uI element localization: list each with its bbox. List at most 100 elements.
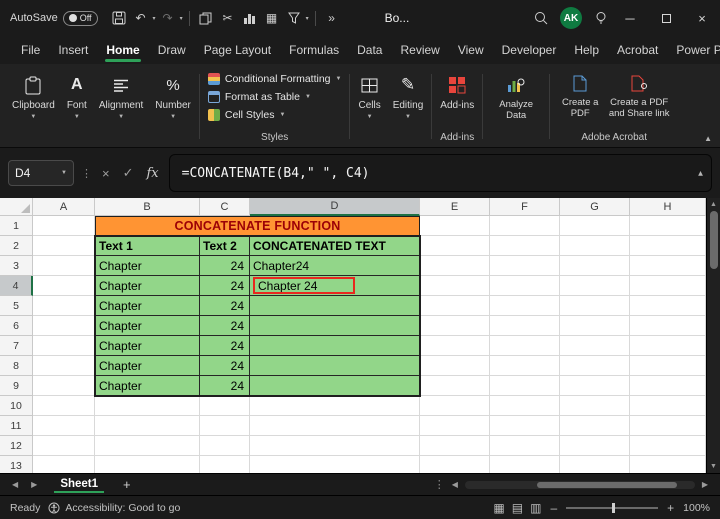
row-header-3[interactable]: 3 xyxy=(0,256,33,276)
addins-icon[interactable] xyxy=(448,73,466,97)
conditional-formatting-button[interactable]: Conditional Formatting ▼ xyxy=(208,71,342,87)
cut-icon[interactable]: ✂ xyxy=(218,6,238,30)
tab-help[interactable]: Help xyxy=(565,38,608,62)
formula-input[interactable]: =CONCATENATE(B4," ", C4) ▲ xyxy=(169,154,712,192)
cell-C3[interactable]: 24 xyxy=(200,256,250,276)
cell-E8[interactable] xyxy=(420,356,490,376)
cell-D9[interactable] xyxy=(250,376,420,396)
cancel-icon[interactable]: × xyxy=(99,166,113,181)
search-icon[interactable] xyxy=(531,6,551,30)
cell-G2[interactable] xyxy=(560,236,630,256)
cell-F9[interactable] xyxy=(490,376,560,396)
cell-H3[interactable] xyxy=(630,256,706,276)
zoom-level[interactable]: 100% xyxy=(683,502,710,514)
cell-B4[interactable]: Chapter xyxy=(95,276,200,296)
cell-styles-button[interactable]: Cell Styles ▼ xyxy=(208,107,286,123)
cell-A8[interactable] xyxy=(33,356,95,376)
cell-E10[interactable] xyxy=(420,396,490,416)
drag-handle[interactable]: ⋮ xyxy=(81,167,92,180)
zoom-in-button[interactable]: + xyxy=(665,501,676,515)
cell-E7[interactable] xyxy=(420,336,490,356)
insert-function-button[interactable]: fx xyxy=(144,166,162,181)
cell-H9[interactable] xyxy=(630,376,706,396)
cell-D8[interactable] xyxy=(250,356,420,376)
col-header-E[interactable]: E xyxy=(420,198,490,216)
chart-icon[interactable] xyxy=(240,6,260,30)
row-header-13[interactable]: 13 xyxy=(0,456,33,473)
cell-A3[interactable] xyxy=(33,256,95,276)
copy-icon[interactable] xyxy=(196,6,216,30)
cell-B8[interactable]: Chapter xyxy=(95,356,200,376)
cell-C8[interactable]: 24 xyxy=(200,356,250,376)
tab-scroll-divider[interactable]: ⋮ xyxy=(434,478,445,491)
cell-E6[interactable] xyxy=(420,316,490,336)
cell-A11[interactable] xyxy=(33,416,95,436)
tab-file[interactable]: File xyxy=(12,38,49,62)
row-header-6[interactable]: 6 xyxy=(0,316,33,336)
cell-A5[interactable] xyxy=(33,296,95,316)
next-sheet-icon[interactable]: ▶ xyxy=(29,480,39,489)
lightbulb-icon[interactable] xyxy=(591,6,611,30)
page-break-view-icon[interactable]: ▥ xyxy=(530,501,541,515)
expand-formula-bar-icon[interactable]: ▲ xyxy=(698,169,703,178)
scroll-down-icon[interactable]: ▼ xyxy=(710,460,717,473)
tab-draw[interactable]: Draw xyxy=(149,38,195,62)
scroll-left-icon[interactable]: ◀ xyxy=(450,480,460,489)
add-sheet-button[interactable]: + xyxy=(119,477,135,492)
accessibility-checker[interactable]: Accessibility: Good to go xyxy=(48,502,180,514)
cell-G7[interactable] xyxy=(560,336,630,356)
ribbon-group-font[interactable]: A Font ▼ xyxy=(61,66,93,147)
tab-acrobat[interactable]: Acrobat xyxy=(608,38,667,62)
create-pdf-share-button[interactable]: Create a PDF and Share link xyxy=(608,71,670,119)
page-layout-view-icon[interactable]: ▤ xyxy=(512,501,523,515)
zoom-slider[interactable] xyxy=(566,507,658,509)
styles-group-label[interactable]: Styles xyxy=(261,132,288,145)
save-icon[interactable] xyxy=(109,6,129,30)
horizontal-scroll-thumb[interactable] xyxy=(537,482,677,488)
cell-H11[interactable] xyxy=(630,416,706,436)
row-header-1[interactable]: 1 xyxy=(0,216,33,236)
cell-E11[interactable] xyxy=(420,416,490,436)
cell-C4[interactable]: 24 xyxy=(200,276,250,296)
select-all-corner[interactable] xyxy=(0,198,33,216)
analyze-data-button[interactable]: Analyze Data xyxy=(485,66,547,147)
cell-H8[interactable] xyxy=(630,356,706,376)
cell-D11[interactable] xyxy=(250,416,420,436)
cell-E5[interactable] xyxy=(420,296,490,316)
cell-B7[interactable]: Chapter xyxy=(95,336,200,356)
cell-H1[interactable] xyxy=(630,216,706,236)
cell-A2[interactable] xyxy=(33,236,95,256)
cell-H12[interactable] xyxy=(630,436,706,456)
cell-F10[interactable] xyxy=(490,396,560,416)
undo-icon[interactable]: ↶ xyxy=(131,6,151,30)
format-as-table-button[interactable]: Format as Table ▼ xyxy=(208,89,311,105)
tab-view[interactable]: View xyxy=(449,38,493,62)
row-header-4[interactable]: 4 xyxy=(0,276,33,296)
cell-F5[interactable] xyxy=(490,296,560,316)
cell-H6[interactable] xyxy=(630,316,706,336)
ribbon-group-editing[interactable]: ✎ Editing ▼ xyxy=(387,66,430,147)
col-header-G[interactable]: G xyxy=(560,198,630,216)
row-header-9[interactable]: 9 xyxy=(0,376,33,396)
cell-G5[interactable] xyxy=(560,296,630,316)
cell-B10[interactable] xyxy=(95,396,200,416)
cell-B2[interactable]: Text 1 xyxy=(95,236,200,256)
prev-sheet-icon[interactable]: ◀ xyxy=(10,480,20,489)
tab-power-pivot[interactable]: Power Pivot xyxy=(667,38,720,62)
cell-B1[interactable]: CONCATENATE FUNCTION xyxy=(95,216,420,236)
cell-B12[interactable] xyxy=(95,436,200,456)
cell-B11[interactable] xyxy=(95,416,200,436)
col-header-D[interactable]: D xyxy=(250,198,420,216)
cell-G13[interactable] xyxy=(560,456,630,473)
cell-A6[interactable] xyxy=(33,316,95,336)
addins-button-label[interactable]: Add-ins xyxy=(440,100,474,111)
scroll-up-icon[interactable]: ▲ xyxy=(710,198,717,211)
cell-E13[interactable] xyxy=(420,456,490,473)
ribbon-group-number[interactable]: % Number ▼ xyxy=(149,66,197,147)
col-header-B[interactable]: B xyxy=(95,198,200,216)
cell-G8[interactable] xyxy=(560,356,630,376)
cell-C13[interactable] xyxy=(200,456,250,473)
cell-B13[interactable] xyxy=(95,456,200,473)
cell-A10[interactable] xyxy=(33,396,95,416)
cell-B3[interactable]: Chapter xyxy=(95,256,200,276)
